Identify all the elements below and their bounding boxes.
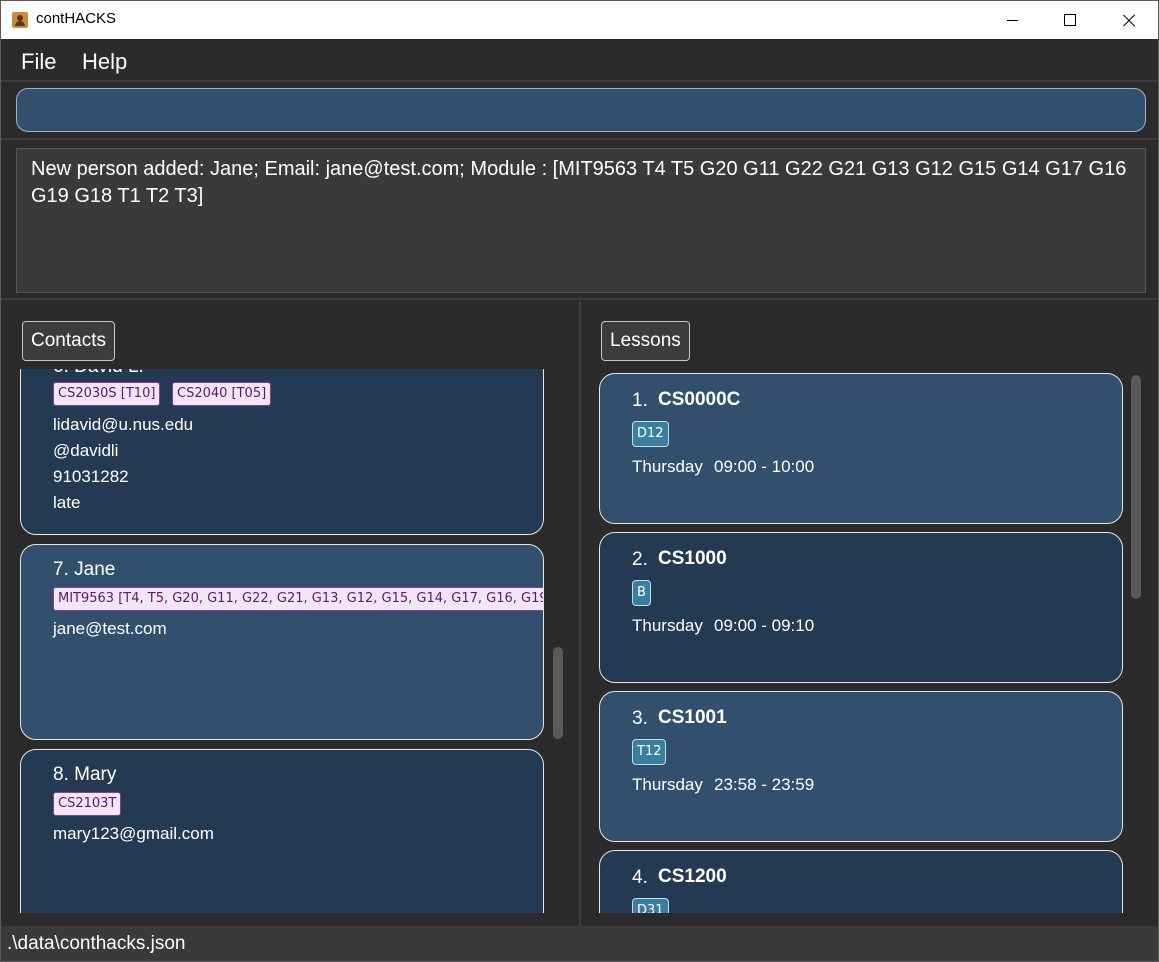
lessons-list[interactable]: 1. CS0000C D12 Thursday 09:00 - 10:00 2.… bbox=[581, 369, 1158, 913]
lesson-code: CS0000C bbox=[658, 389, 741, 410]
maximize-button[interactable] bbox=[1041, 1, 1099, 39]
lesson-card[interactable]: 4. CS1200 D31 bbox=[599, 850, 1123, 913]
lesson-tag: B bbox=[632, 580, 651, 606]
contact-card[interactable]: 6. David L. CS2030S [T10] CS2040 [T05] l… bbox=[20, 369, 544, 535]
lesson-day: Thursday bbox=[632, 616, 703, 635]
contacts-pane: Contacts 6. David L. CS2030S [T10] CS204… bbox=[1, 301, 579, 913]
module-tag: CS2103T bbox=[53, 792, 122, 816]
lesson-card[interactable]: 3. CS1001 T12 Thursday 23:58 - 23:59 bbox=[599, 691, 1123, 842]
lessons-button[interactable]: Lessons bbox=[601, 321, 690, 361]
contact-name: 6. David L. bbox=[53, 369, 144, 378]
close-button[interactable] bbox=[1099, 1, 1157, 39]
contacts-scrollbar[interactable] bbox=[553, 647, 563, 739]
lesson-code: CS1001 bbox=[658, 707, 727, 728]
contact-card[interactable]: 8. Mary CS2103T mary123@gmail.com bbox=[20, 749, 544, 913]
contact-phone: 91031282 bbox=[53, 467, 129, 486]
contact-email: lidavid@u.nus.edu bbox=[53, 415, 194, 434]
menu-file[interactable]: File bbox=[21, 49, 56, 75]
lesson-time: 09:00 - 09:10 bbox=[714, 616, 815, 635]
app-window: contHACKS File Help New person added: Ja… bbox=[0, 0, 1159, 962]
lesson-day: Thursday bbox=[632, 457, 703, 476]
lesson-day: Thursday bbox=[632, 775, 703, 794]
lessons-scrollbar[interactable] bbox=[1131, 375, 1141, 599]
lesson-time: 23:58 - 23:59 bbox=[714, 775, 815, 794]
contact-remark: late bbox=[53, 493, 81, 512]
window-title: contHACKS bbox=[36, 10, 117, 27]
menu-help[interactable]: Help bbox=[82, 49, 127, 75]
contact-name: 8. Mary bbox=[53, 764, 117, 785]
app-logo-icon bbox=[12, 12, 28, 28]
module-tag: MIT9563 [T4, T5, G20, G11, G22, G21, G13… bbox=[53, 587, 543, 611]
lesson-tag: D12 bbox=[632, 421, 669, 447]
command-divider bbox=[1, 138, 1158, 140]
menu-bar: File Help bbox=[1, 39, 1158, 81]
contact-name: 7. Jane bbox=[53, 559, 116, 580]
lesson-index: 4. bbox=[632, 867, 648, 888]
menu-divider bbox=[1, 80, 1158, 82]
result-divider bbox=[1, 298, 1158, 300]
lesson-card[interactable]: 2. CS1000 B Thursday 09:00 - 09:10 bbox=[599, 532, 1123, 683]
contacts-button[interactable]: Contacts bbox=[22, 321, 115, 361]
module-tag: CS2040 [T05] bbox=[172, 382, 272, 406]
lessons-pane: Lessons 1. CS0000C D12 Thursday 09:00 - … bbox=[581, 301, 1158, 913]
contact-email: jane@test.com bbox=[53, 619, 167, 638]
lesson-code: CS1200 bbox=[658, 866, 727, 887]
contacts-list[interactable]: 6. David L. CS2030S [T10] CS2040 [T05] l… bbox=[1, 369, 579, 913]
result-display: New person added: Jane; Email: jane@test… bbox=[16, 148, 1146, 293]
contact-card[interactable]: 7. Jane MIT9563 [T4, T5, G20, G11, G22, … bbox=[20, 544, 544, 740]
module-tag: CS2030S [T10] bbox=[53, 382, 161, 406]
title-bar[interactable]: contHACKS bbox=[1, 1, 1158, 39]
lesson-index: 3. bbox=[632, 708, 648, 729]
lesson-tag: T12 bbox=[632, 739, 667, 765]
contact-telegram: @davidli bbox=[53, 441, 119, 460]
lesson-code: CS1000 bbox=[658, 548, 727, 569]
lesson-index: 2. bbox=[632, 549, 648, 570]
lesson-index: 1. bbox=[632, 390, 648, 411]
minimize-button[interactable] bbox=[983, 1, 1041, 39]
status-bar-path: .\data\conthacks.json bbox=[1, 926, 1158, 961]
command-input[interactable] bbox=[16, 88, 1146, 132]
lesson-time: 09:00 - 10:00 bbox=[714, 457, 815, 476]
lesson-card[interactable]: 1. CS0000C D12 Thursday 09:00 - 10:00 bbox=[599, 373, 1123, 524]
lesson-tag: D31 bbox=[632, 898, 669, 913]
contact-email: mary123@gmail.com bbox=[53, 824, 214, 843]
